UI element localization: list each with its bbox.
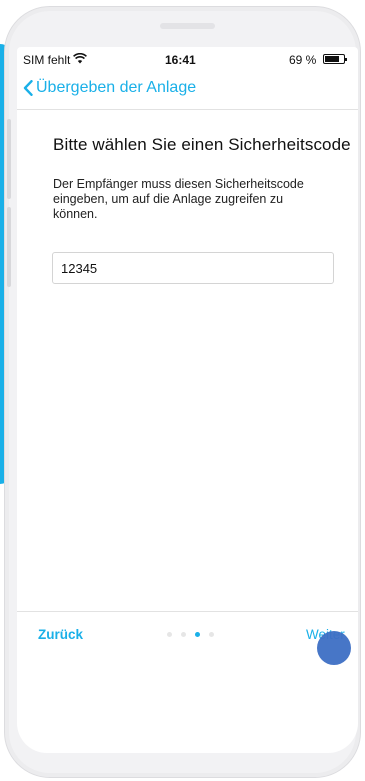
- status-bar: SIM fehlt 16:41 69 %: [17, 52, 358, 69]
- back-button[interactable]: Zurück: [38, 627, 83, 642]
- app-screen: SIM fehlt 16:41 69 % Übergeben der Anlag…: [17, 47, 358, 753]
- back-navigation-button[interactable]: Übergeben der Anlage: [23, 79, 196, 97]
- touch-indicator: [317, 631, 351, 665]
- battery-level-fill: [325, 56, 339, 62]
- phone-volume-down-button: [7, 207, 11, 287]
- phone-volume-up-button: [7, 119, 11, 199]
- page-description: Der Empfänger muss diesen Sicherheitscod…: [53, 177, 304, 221]
- battery-icon: [323, 54, 347, 64]
- security-code-input[interactable]: [52, 252, 334, 284]
- phone-frame: SIM fehlt 16:41 69 % Übergeben der Anlag…: [4, 6, 361, 778]
- wifi-icon: [73, 52, 87, 67]
- page-indicator-dot-active: [195, 632, 200, 637]
- chevron-left-icon: [23, 80, 33, 96]
- page-title: Bitte wählen Sie einen Sicherheitscode: [53, 135, 351, 154]
- clock-time: 16:41: [165, 53, 196, 67]
- footer-divider: [17, 611, 358, 612]
- nav-title: Übergeben der Anlage: [36, 79, 197, 96]
- page-indicator-dot: [181, 632, 186, 637]
- page-indicator: [167, 632, 214, 637]
- battery-percentage: 69 %: [289, 53, 317, 67]
- carrier-label: SIM fehlt: [23, 53, 71, 67]
- page-indicator-dot: [167, 632, 172, 637]
- navigation-bar: Übergeben der Anlage: [17, 71, 358, 110]
- page-indicator-dot: [209, 632, 214, 637]
- phone-speaker: [160, 23, 215, 29]
